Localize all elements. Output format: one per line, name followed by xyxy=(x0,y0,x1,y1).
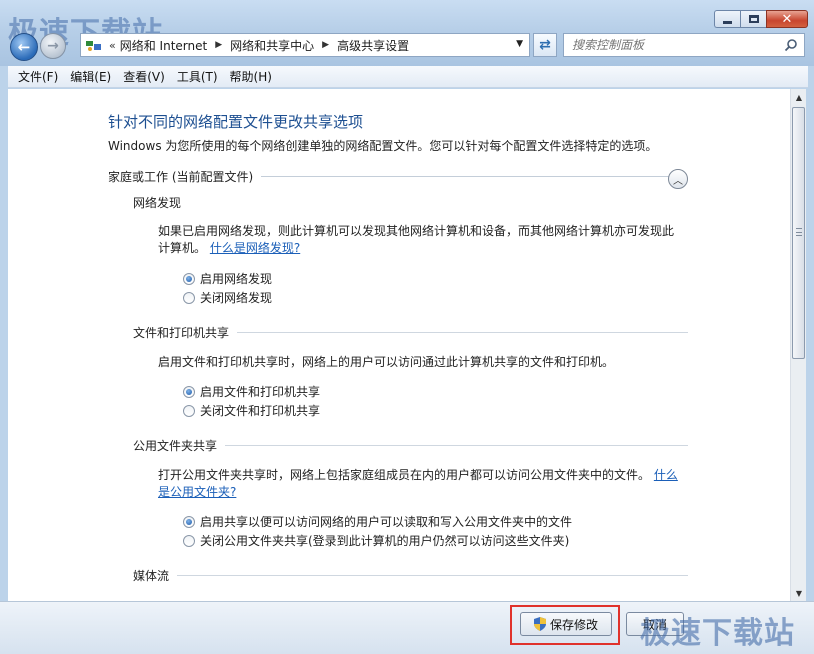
radio-button[interactable] xyxy=(183,404,195,417)
radio-disable-discovery[interactable]: 关闭网络发现 xyxy=(183,289,272,306)
arrow-left-icon: ← xyxy=(17,38,31,56)
divider xyxy=(225,445,688,446)
chevron-up-icon: ︿ xyxy=(673,175,683,187)
close-button[interactable]: ✕ xyxy=(766,10,808,28)
save-changes-button[interactable]: 保存修改 xyxy=(520,612,612,636)
radio-enable-file-print[interactable]: 启用文件和打印机共享 xyxy=(183,383,320,400)
search-box[interactable] xyxy=(563,33,805,57)
maximize-icon xyxy=(748,15,759,23)
radio-enable-public-folder[interactable]: 启用共享以便可以访问网络的用户可以读取和写入公用文件夹中的文件 xyxy=(183,513,572,530)
scroll-up-icon[interactable]: ▲ xyxy=(791,89,807,105)
public-folder-description: 打开公用文件夹共享时，网络上包括家庭组成员在内的用户都可以访问公用文件夹中的文件… xyxy=(158,467,683,501)
radio-button[interactable] xyxy=(183,385,195,398)
radio-label: 启用共享以便可以访问网络的用户可以读取和写入公用文件夹中的文件 xyxy=(200,515,573,529)
vertical-scrollbar[interactable]: ▲ ▼ xyxy=(790,89,806,601)
arrow-right-icon: → xyxy=(47,38,59,54)
divider xyxy=(237,332,688,333)
radio-button[interactable] xyxy=(183,515,195,528)
collapse-button[interactable]: ︿ xyxy=(668,169,688,189)
watermark-bottom-right: 极速下载站 xyxy=(640,616,795,651)
profile-label: 家庭或工作 (当前配置文件) xyxy=(108,170,254,184)
radio-button[interactable] xyxy=(183,534,195,547)
profile-header: 家庭或工作 (当前配置文件) xyxy=(108,168,690,185)
section-title: 文件和打印机共享 xyxy=(133,326,230,340)
control-panel-icon xyxy=(86,41,101,51)
chevron-down-icon[interactable]: ▼ xyxy=(516,39,523,49)
menu-edit[interactable]: 编辑(E) xyxy=(64,68,117,85)
close-icon: ✕ xyxy=(781,11,793,27)
settings-content: 针对不同的网络配置文件更改共享选项 Windows 为您所使用的每个网络创建单独… xyxy=(8,89,790,601)
section-public-folder-sharing: 公用文件夹共享 xyxy=(133,437,688,454)
radio-label: 关闭文件和打印机共享 xyxy=(200,404,321,418)
file-print-description: 启用文件和打印机共享时，网络上的用户可以访问通过此计算机共享的文件和打印机。 xyxy=(158,355,615,369)
search-input[interactable] xyxy=(572,38,772,52)
radio-label: 关闭网络发现 xyxy=(200,291,273,305)
grip-icon xyxy=(796,228,802,236)
chevron-right-icon[interactable]: ▶ xyxy=(322,40,329,50)
public-desc-text: 打开公用文件夹共享时，网络上包括家庭组成员在内的用户都可以访问公用文件夹中的文件… xyxy=(158,468,651,482)
minimize-button[interactable] xyxy=(714,10,740,28)
section-media-streaming: 媒体流 xyxy=(133,567,688,584)
menu-tools[interactable]: 工具(T) xyxy=(171,68,224,85)
page-intro: Windows 为您所使用的每个网络创建单独的网络配置文件。您可以针对每个配置文… xyxy=(108,139,658,153)
maximize-button[interactable] xyxy=(740,10,766,28)
radio-enable-discovery[interactable]: 启用网络发现 xyxy=(183,270,272,287)
menu-help[interactable]: 帮助(H) xyxy=(224,68,278,85)
button-bar: 保存修改 取消 极速下载站 xyxy=(0,601,814,654)
address-bar[interactable]: « 网络和 Internet ▶ 网络和共享中心 ▶ 高级共享设置 ▼ xyxy=(80,33,530,57)
scroll-thumb[interactable] xyxy=(792,107,805,359)
section-network-discovery: 网络发现 xyxy=(133,194,688,211)
refresh-icon: ⇄ xyxy=(539,37,551,53)
save-label: 保存修改 xyxy=(549,617,598,632)
radio-button[interactable] xyxy=(183,291,195,304)
section-title: 公用文件夹共享 xyxy=(133,439,218,453)
chevron-right-icon[interactable]: ▶ xyxy=(215,40,222,50)
discovery-description: 如果已启用网络发现，则此计算机可以发现其他网络计算机和设备，而其他网络计算机亦可… xyxy=(158,223,683,257)
divider xyxy=(261,176,682,177)
section-title: 网络发现 xyxy=(133,196,182,210)
breadcrumb-advanced-sharing[interactable]: 高级共享设置 xyxy=(337,37,409,54)
scroll-down-icon[interactable]: ▼ xyxy=(791,585,807,601)
radio-button[interactable] xyxy=(183,272,195,285)
forward-button[interactable]: → xyxy=(40,33,66,59)
section-file-printer-sharing: 文件和打印机共享 xyxy=(133,324,688,341)
divider xyxy=(177,575,688,576)
radio-disable-file-print[interactable]: 关闭文件和打印机共享 xyxy=(183,402,320,419)
minimize-icon xyxy=(723,20,732,24)
menu-bar: 文件(F) 编辑(E) 查看(V) 工具(T) 帮助(H) xyxy=(8,66,808,88)
discovery-help-link[interactable]: 什么是网络发现? xyxy=(210,241,300,255)
radio-label: 启用文件和打印机共享 xyxy=(200,385,321,399)
page-title: 针对不同的网络配置文件更改共享选项 xyxy=(108,113,364,131)
breadcrumb-network-internet[interactable]: 网络和 Internet xyxy=(120,37,207,54)
section-title: 媒体流 xyxy=(133,569,170,583)
menu-file[interactable]: 文件(F) xyxy=(12,68,64,85)
back-button[interactable]: ← xyxy=(10,33,38,61)
radio-label: 关闭公用文件夹共享(登录到此计算机的用户仍然可以访问这些文件夹) xyxy=(200,534,570,548)
window-controls: ✕ xyxy=(714,10,808,28)
refresh-button[interactable]: ⇄ xyxy=(533,33,557,57)
menu-view[interactable]: 查看(V) xyxy=(117,68,171,85)
uac-shield-icon xyxy=(533,617,546,631)
radio-disable-public-folder[interactable]: 关闭公用文件夹共享(登录到此计算机的用户仍然可以访问这些文件夹) xyxy=(183,532,569,549)
radio-label: 启用网络发现 xyxy=(200,272,273,286)
breadcrumb-overflow[interactable]: « xyxy=(109,39,116,52)
breadcrumb-network-center[interactable]: 网络和共享中心 xyxy=(230,37,314,54)
search-icon xyxy=(784,39,797,52)
